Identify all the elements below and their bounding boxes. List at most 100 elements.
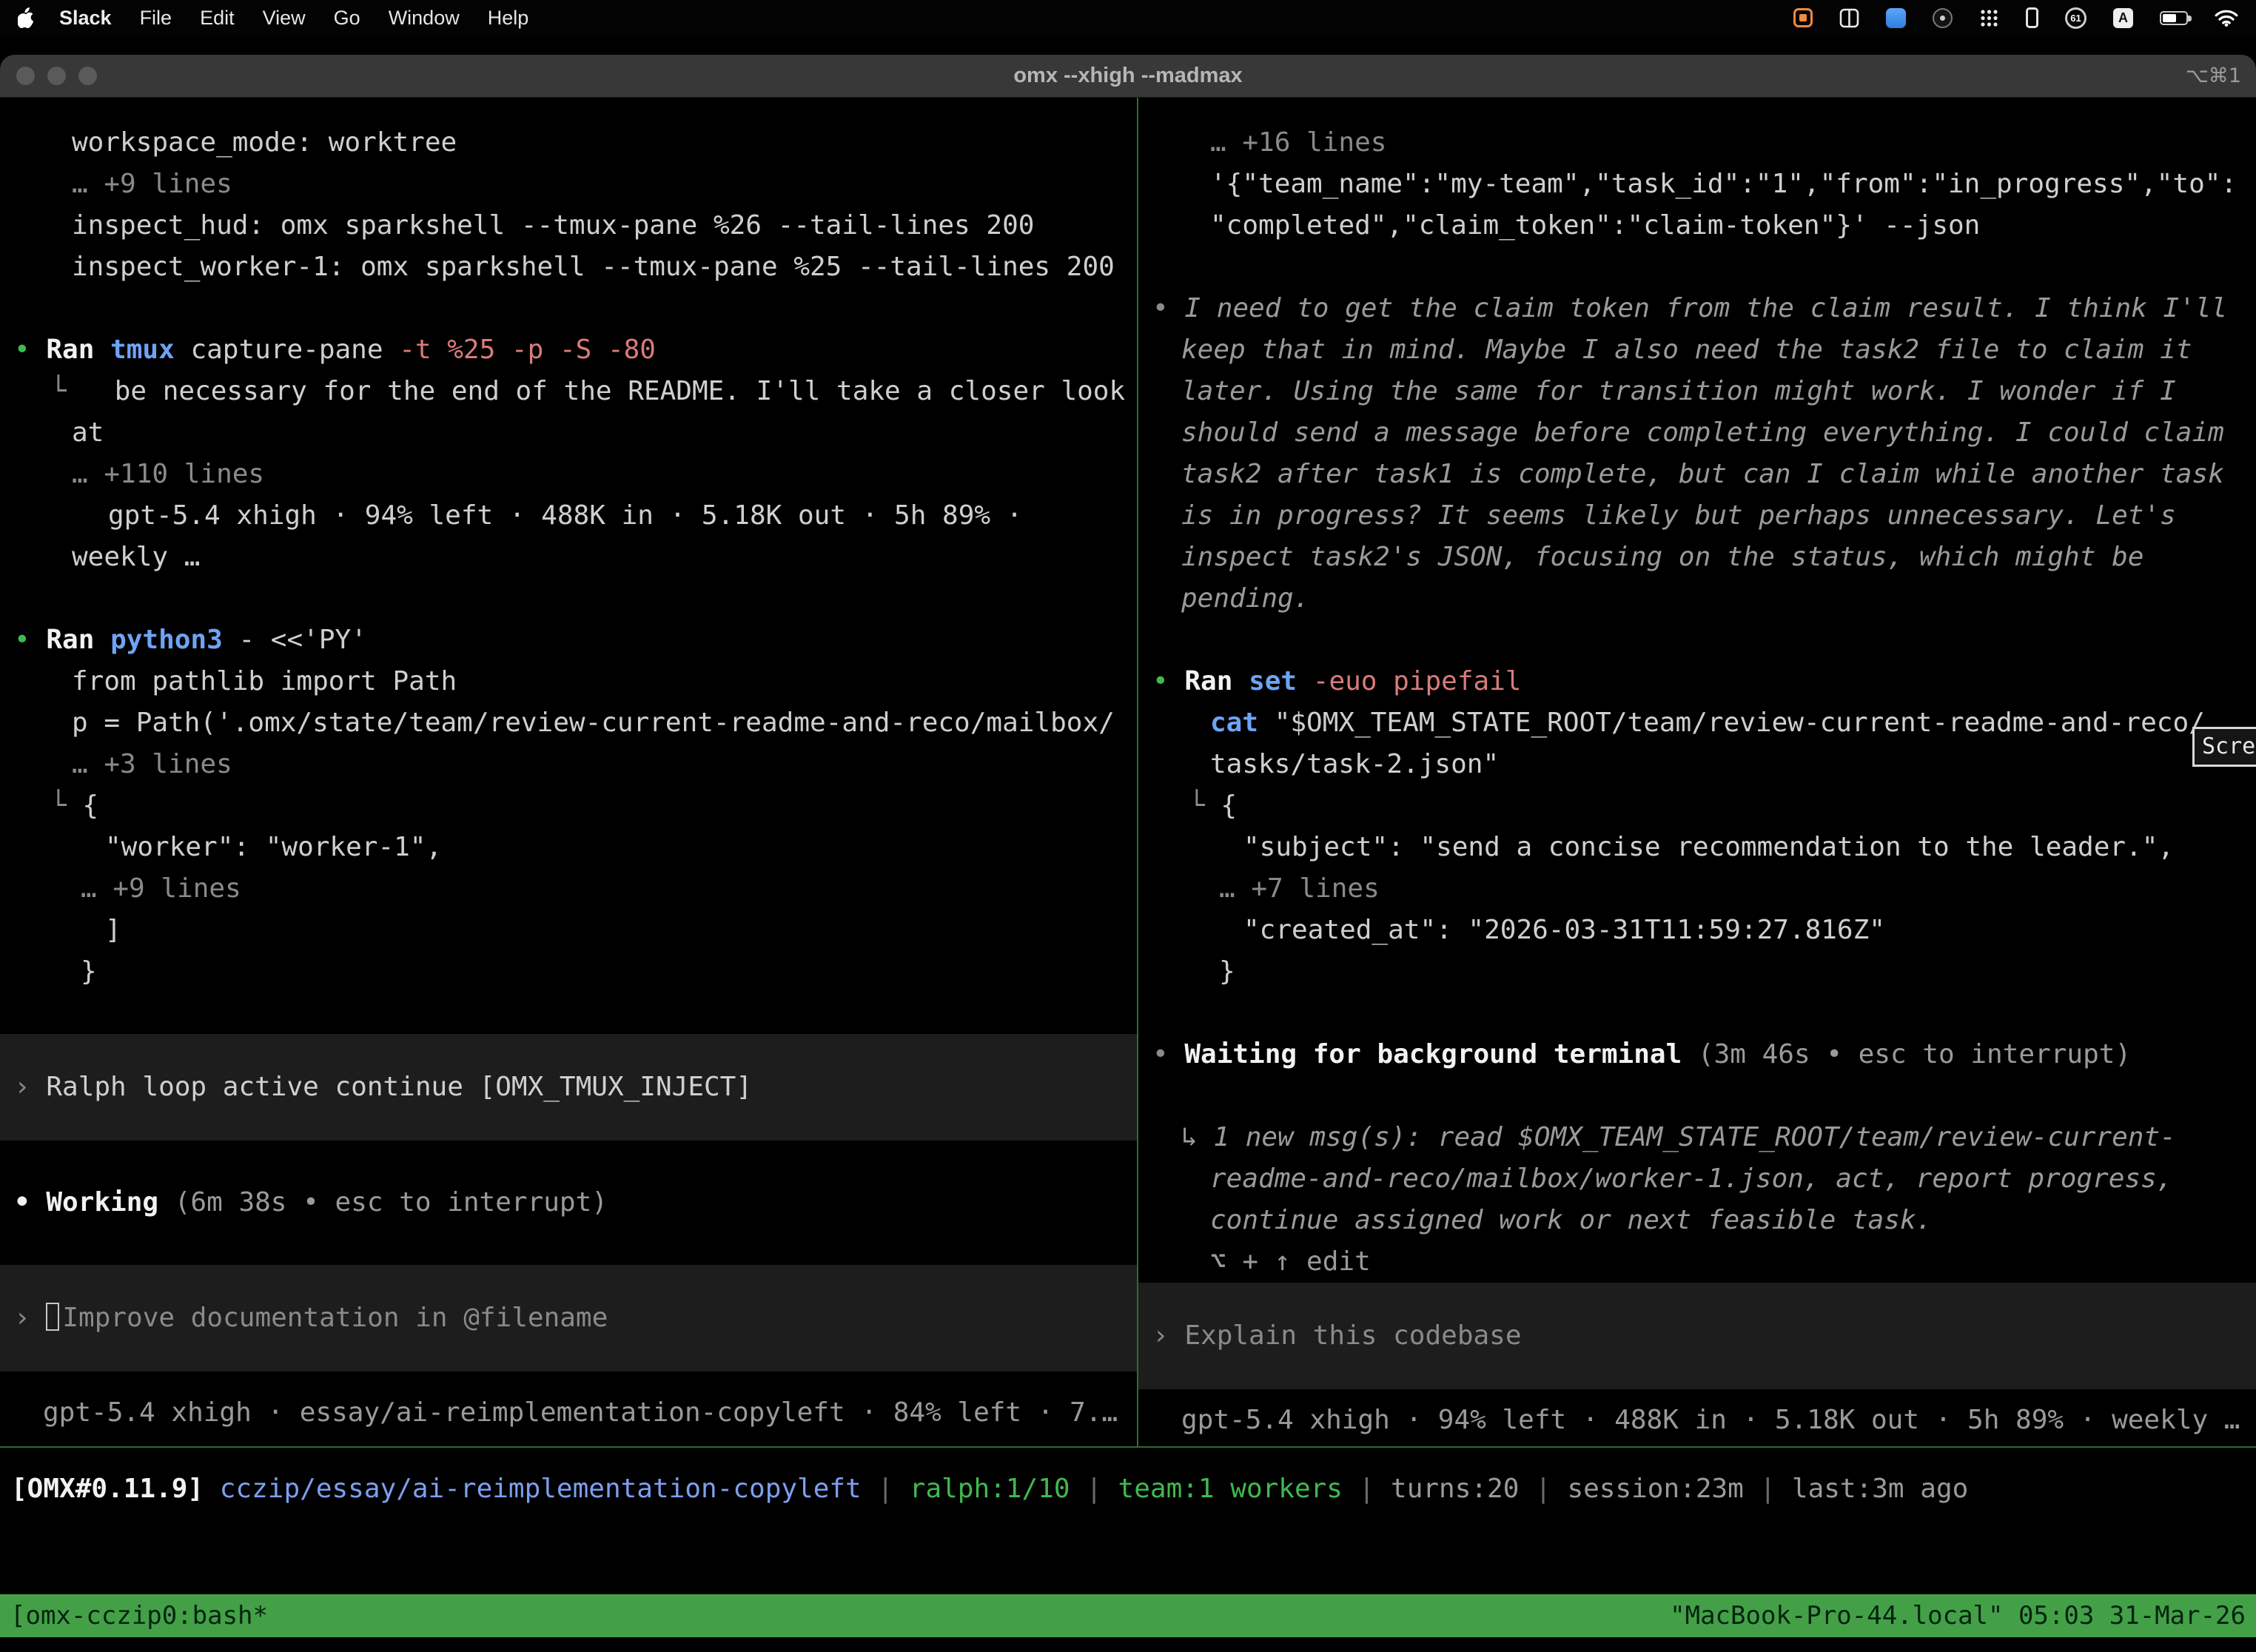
zoom-button[interactable] <box>78 67 97 85</box>
text-segment: capture-pane <box>175 335 399 365</box>
wifi-icon[interactable] <box>2215 9 2238 27</box>
text-segment: • <box>1152 293 1184 323</box>
screen: Slack File Edit View Go Window Help 61 A <box>0 0 2256 1652</box>
output-line: inspect_worker-1: omx sparkshell --tmux-… <box>0 246 1137 288</box>
input-source-indicator[interactable]: A <box>2113 8 2133 28</box>
apple-menu-icon[interactable] <box>18 7 36 28</box>
window-shortcut-hint: ⌥⌘1 <box>2186 64 2241 87</box>
text-segment: inspect_hud: omx sparkshell --tmux-pane … <box>72 210 1034 241</box>
text-segment: "worker": "worker-1", <box>105 832 442 862</box>
text-segment: › <box>14 1303 46 1333</box>
text-segment: tmux <box>110 335 175 365</box>
menu-window[interactable]: Window <box>389 7 460 29</box>
dots-grid-icon[interactable] <box>1979 8 1999 28</box>
text-segment: … +9 lines <box>72 169 232 199</box>
terminal-content: workspace_mode: worktree … +9 lines inspec… <box>0 98 2256 1652</box>
window-title: omx --xhigh --madmax <box>0 64 2256 88</box>
menu-bar-status-area: 61 A <box>1793 7 2238 29</box>
mailbox-notice-line: ↳ 1 new msg(s): read $OMX_TEAM_STATE_ROO… <box>1138 1117 2256 1158</box>
text-segment: [OMX#0.11.9] <box>11 1474 204 1504</box>
text-segment: ] <box>105 915 121 945</box>
output-line: "subject": "send a concise recommendatio… <box>1138 827 2256 868</box>
output-line: └ { <box>0 785 1137 827</box>
battery-icon[interactable] <box>2160 11 2188 25</box>
terminal-window: omx --xhigh --madmax ⌥⌘1 workspace_mode:… <box>0 55 2256 1652</box>
text-segment: } <box>1219 956 1235 987</box>
text-segment: later. Using the same for transition mig… <box>1181 376 2176 406</box>
text-segment: inspect_worker-1: omx sparkshell --tmux-… <box>72 252 1115 282</box>
active-app-name[interactable]: Slack <box>59 7 112 30</box>
battery-percent-badge[interactable]: 61 <box>2065 7 2087 29</box>
pane-divider-vertical[interactable] <box>1137 98 1138 1446</box>
left-pane[interactable]: workspace_mode: worktree … +9 lines inspec… <box>0 98 1137 1446</box>
thinking-line: is in progress? It seems likely but perh… <box>1138 495 2256 537</box>
dark-app-icon[interactable] <box>1933 8 1953 28</box>
text-segment: gpt-5.4 xhigh · 94% left · 488K in · 5.1… <box>1181 1405 2240 1435</box>
blue-app-icon[interactable] <box>1886 8 1906 28</box>
text-segment: • <box>1152 666 1184 696</box>
output-more-line: … +110 lines <box>0 454 1137 495</box>
mailbox-notice-line: readme-and-reco/mailbox/worker-1.json, a… <box>1138 1158 2256 1200</box>
waiting-status-line: • Waiting for background terminal (3m 46… <box>1138 1034 2256 1075</box>
ran-command-line: • Ran set -euo pipefail <box>1138 661 2256 702</box>
menu-bar-menus: File Edit View Go Window Help <box>112 7 529 30</box>
text-segment: python3 <box>110 625 223 655</box>
composer-input-line[interactable]: › Explain this codebase <box>1138 1283 2256 1389</box>
text-segment: • <box>14 1187 46 1218</box>
menu-file[interactable]: File <box>140 7 172 29</box>
text-segment: | <box>1519 1474 1567 1504</box>
right-pane[interactable]: … +16 lines'{"team_name":"my-team","task… <box>1138 98 2256 1446</box>
device-icon[interactable] <box>2026 7 2038 28</box>
mailbox-notice-line: continue assigned work or next feasible … <box>1138 1200 2256 1241</box>
working-status-line: • Working (6m 38s • esc to interrupt) <box>0 1182 1137 1223</box>
thinking-line: task2 after task1 is complete, but can I… <box>1138 454 2256 495</box>
output-line: weekly … <box>0 537 1137 578</box>
output-more-line: … +3 lines <box>0 744 1137 785</box>
text-segment: └ <box>50 790 82 821</box>
menu-go[interactable]: Go <box>334 7 360 29</box>
traffic-lights <box>0 67 97 85</box>
text-segment: should send a message before completing … <box>1181 417 2224 448</box>
text-segment: cczip/essay/ai-reimplementation-copyleft <box>220 1474 862 1504</box>
window-title-bar[interactable]: omx --xhigh --madmax ⌥⌘1 <box>0 55 2256 98</box>
thinking-line: • I need to get the claim token from the… <box>1138 288 2256 329</box>
minimize-button[interactable] <box>47 67 66 85</box>
text-segment: "$OMX_TEAM_STATE_ROOT/team/review-curren… <box>1275 708 2205 738</box>
output-line: "worker": "worker-1", <box>0 827 1137 868</box>
window-tiles-icon[interactable] <box>1839 8 1859 28</box>
command-body-line: cat "$OMX_TEAM_STATE_ROOT/team/review-cu… <box>1138 702 2256 744</box>
text-segment: Ran <box>46 335 110 365</box>
clipped-overlay-label: Scre <box>2192 727 2256 767</box>
text-segment: Ralph loop active continue [OMX_TMUX_INJ… <box>46 1072 752 1102</box>
text-segment: last:3m ago <box>1792 1474 1968 1504</box>
text-segment: continue assigned work or next feasible … <box>1210 1205 1932 1235</box>
hud-footer-line: gpt-5.4 xhigh · essay/ai-reimplementatio… <box>0 1392 1137 1434</box>
menu-view[interactable]: View <box>263 7 306 29</box>
output-line: at <box>0 412 1137 454</box>
output-line: workspace_mode: worktree <box>0 122 1137 164</box>
menu-edit[interactable]: Edit <box>200 7 235 29</box>
menu-help[interactable]: Help <box>488 7 529 29</box>
text-segment: Ran <box>46 625 110 655</box>
text-segment: set <box>1249 666 1297 696</box>
output-line: gpt-5.4 xhigh · 94% left · 488K in · 5.1… <box>0 495 1137 537</box>
text-segment: └ <box>50 376 115 406</box>
text-segment: • <box>14 625 46 655</box>
text-segment: tasks/task-2.json" <box>1210 749 1499 779</box>
composer-input-line[interactable]: › Improve documentation in @filename <box>0 1265 1137 1371</box>
text-segment: └ <box>1189 790 1221 821</box>
text-segment: … +110 lines <box>72 459 264 489</box>
text-segment: team:1 workers <box>1118 1474 1343 1504</box>
pane-divider-horizontal <box>0 1446 2256 1448</box>
text-segment: is in progress? It seems likely but perh… <box>1181 500 2176 531</box>
screen-recording-indicator-icon[interactable] <box>1793 8 1813 27</box>
text-segment: p = Path('.omx/state/team/review-current… <box>72 708 1115 738</box>
close-button[interactable] <box>16 67 35 85</box>
menu-bar: Slack File Edit View Go Window Help 61 A <box>0 0 2256 36</box>
text-segment: Explain this codebase <box>1184 1320 1521 1351</box>
text-segment: { <box>82 790 98 821</box>
output-more-line: … +9 lines <box>0 868 1137 910</box>
text-segment: | <box>1343 1474 1391 1504</box>
text-segment: task2 after task1 is complete, but can I… <box>1181 459 2224 489</box>
text-segment: at <box>72 417 104 448</box>
